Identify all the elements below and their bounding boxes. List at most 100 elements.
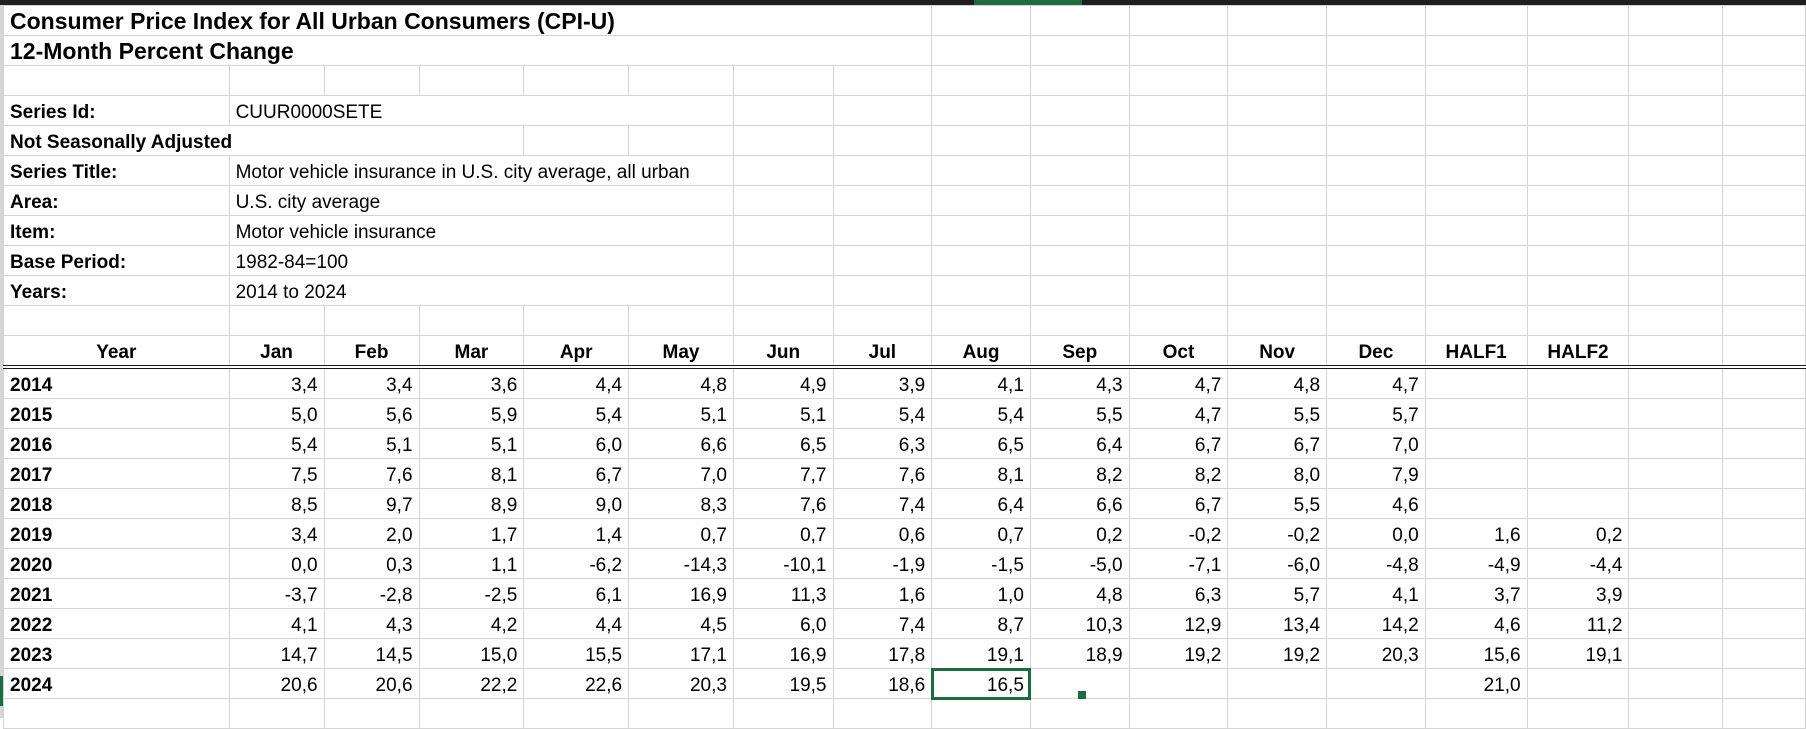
value-cell[interactable]: 22,2	[418, 668, 525, 699]
empty-cell[interactable]	[1424, 275, 1528, 306]
column-header-jun[interactable]: Jun	[732, 335, 834, 369]
value-cell[interactable]: 0,2	[1029, 518, 1130, 549]
value-cell[interactable]: 12,9	[1128, 608, 1229, 639]
value-cell[interactable]: 4,6	[1326, 488, 1426, 519]
value-cell[interactable]: 4,5	[628, 608, 734, 639]
empty-cell[interactable]	[1128, 215, 1229, 246]
empty-cell[interactable]	[1628, 5, 1724, 36]
empty-cell[interactable]	[1722, 428, 1806, 459]
value-cell[interactable]: 3,9	[1526, 578, 1630, 609]
empty-cell[interactable]	[3, 305, 230, 336]
column-header-half1[interactable]: HALF1	[1424, 335, 1528, 369]
empty-cell[interactable]	[1526, 698, 1630, 729]
empty-cell[interactable]	[1628, 185, 1724, 216]
value-cell[interactable]: 7,9	[1326, 458, 1426, 489]
empty-cell[interactable]	[1722, 125, 1806, 156]
value-cell[interactable]: 1,4	[523, 518, 630, 549]
empty-cell[interactable]	[1722, 335, 1806, 369]
value-cell[interactable]: 6,5	[931, 428, 1031, 459]
empty-cell[interactable]	[228, 698, 325, 729]
empty-cell[interactable]	[931, 185, 1031, 216]
empty-cell[interactable]	[1628, 518, 1724, 549]
empty-cell[interactable]	[523, 125, 630, 156]
year-cell[interactable]: 2022	[3, 608, 230, 639]
value-cell[interactable]: 6,6	[628, 428, 734, 459]
empty-cell[interactable]	[1128, 125, 1229, 156]
value-cell[interactable]: 10,3	[1029, 608, 1130, 639]
value-cell[interactable]: 20,3	[628, 668, 734, 699]
sheet-title[interactable]: Consumer Price Index for All Urban Consu…	[2, 5, 933, 36]
value-cell[interactable]: 19,2	[1227, 638, 1328, 669]
empty-cell[interactable]	[1722, 185, 1806, 216]
empty-cell[interactable]	[1128, 95, 1229, 126]
empty-cell[interactable]	[931, 305, 1031, 336]
empty-cell[interactable]	[732, 185, 834, 216]
empty-cell[interactable]	[1326, 35, 1426, 66]
empty-cell[interactable]	[1424, 215, 1528, 246]
empty-cell[interactable]	[1424, 5, 1528, 36]
value-cell[interactable]: -4,8	[1326, 548, 1426, 579]
metadata-label[interactable]: Series Id:	[3, 95, 230, 126]
value-cell[interactable]: 9,0	[523, 488, 630, 519]
value-cell[interactable]: 19,2	[1128, 638, 1229, 669]
value-cell[interactable]: -5,0	[1029, 548, 1130, 579]
empty-cell[interactable]	[832, 155, 933, 186]
empty-cell[interactable]	[1128, 65, 1229, 96]
empty-cell[interactable]	[3, 698, 230, 729]
empty-cell[interactable]	[1722, 578, 1806, 609]
empty-cell[interactable]	[628, 125, 734, 156]
empty-cell[interactable]	[1628, 638, 1724, 669]
empty-cell[interactable]	[1628, 125, 1724, 156]
empty-cell[interactable]	[1722, 35, 1806, 66]
value-cell[interactable]	[1227, 668, 1328, 699]
value-cell[interactable]: 16,9	[628, 578, 734, 609]
value-cell[interactable]: 3,4	[228, 518, 325, 549]
value-cell[interactable]: 1,6	[1424, 518, 1528, 549]
value-cell[interactable]	[1526, 366, 1630, 399]
empty-cell[interactable]	[1326, 275, 1426, 306]
value-cell[interactable]: 1,6	[832, 578, 933, 609]
value-cell[interactable]: 4,8	[1029, 578, 1130, 609]
empty-cell[interactable]	[523, 305, 630, 336]
empty-cell[interactable]	[1628, 366, 1724, 399]
value-cell[interactable]: 19,1	[1526, 638, 1630, 669]
empty-cell[interactable]	[1526, 65, 1630, 96]
value-cell[interactable]: 7,6	[732, 488, 834, 519]
empty-cell[interactable]	[1526, 185, 1630, 216]
empty-cell[interactable]	[523, 698, 630, 729]
empty-cell[interactable]	[1029, 125, 1130, 156]
empty-cell[interactable]	[1424, 698, 1528, 729]
value-cell[interactable]: 5,1	[628, 398, 734, 429]
empty-cell[interactable]	[1722, 155, 1806, 186]
empty-cell[interactable]	[1722, 458, 1806, 489]
empty-cell[interactable]	[1128, 305, 1229, 336]
empty-cell[interactable]	[1326, 215, 1426, 246]
empty-cell[interactable]	[832, 275, 933, 306]
value-cell[interactable]: 5,1	[418, 428, 525, 459]
value-cell[interactable]: -4,9	[1424, 548, 1528, 579]
empty-cell[interactable]	[832, 698, 933, 729]
value-cell[interactable]: 6,4	[931, 488, 1031, 519]
value-cell[interactable]: 7,4	[832, 608, 933, 639]
value-cell[interactable]	[1424, 398, 1528, 429]
empty-cell[interactable]	[1722, 245, 1806, 276]
value-cell[interactable]: 4,1	[931, 366, 1031, 399]
empty-cell[interactable]	[1526, 275, 1630, 306]
empty-cell[interactable]	[1722, 65, 1806, 96]
value-cell[interactable]: 1,7	[418, 518, 525, 549]
value-cell[interactable]: 4,7	[1128, 366, 1229, 399]
value-cell[interactable]: 20,6	[228, 668, 325, 699]
empty-cell[interactable]	[1227, 35, 1328, 66]
empty-cell[interactable]	[732, 698, 834, 729]
empty-cell[interactable]	[1128, 698, 1229, 729]
empty-cell[interactable]	[1628, 578, 1724, 609]
value-cell[interactable]: 6,4	[1029, 428, 1130, 459]
year-cell[interactable]: 2015	[3, 398, 230, 429]
value-cell[interactable]: 0,7	[931, 518, 1031, 549]
empty-cell[interactable]	[1326, 5, 1426, 36]
value-cell[interactable]: 5,7	[1227, 578, 1328, 609]
value-cell[interactable]: 22,6	[523, 668, 630, 699]
empty-cell[interactable]	[1326, 65, 1426, 96]
value-cell[interactable]: -7,1	[1128, 548, 1229, 579]
column-header-mar[interactable]: Mar	[418, 335, 525, 369]
